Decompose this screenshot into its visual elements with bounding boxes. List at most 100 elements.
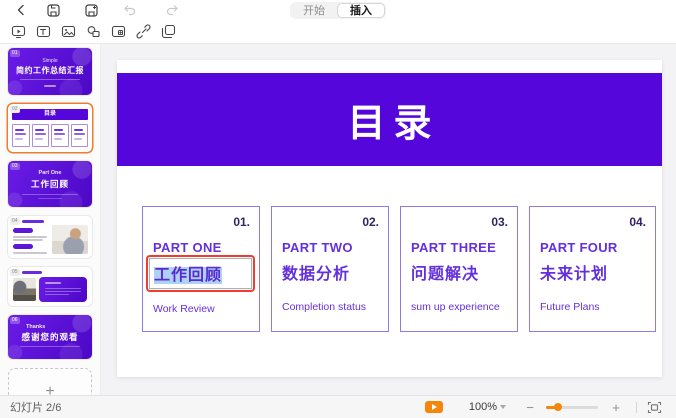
part-number: 02. bbox=[362, 215, 379, 229]
slide-counter: 幻灯片 2/6 bbox=[10, 399, 61, 415]
thumb4-pill bbox=[13, 244, 33, 249]
zoom-level-value: 100% bbox=[469, 401, 497, 413]
zoom-out-button[interactable]: − bbox=[524, 400, 536, 415]
thumb3-subtitle-bar bbox=[22, 194, 78, 195]
part-label: PART FOUR bbox=[540, 240, 618, 255]
thumbnail-slide-1[interactable]: 01 Simple 简约工作总结汇报 bbox=[8, 48, 92, 95]
zoom-slider-handle[interactable] bbox=[554, 403, 562, 411]
thumbnail-slide-4[interactable]: 04 bbox=[8, 216, 92, 258]
thumb5-card-text-bar bbox=[45, 291, 81, 292]
status-bar-right-controls: 100% − + bbox=[425, 400, 662, 415]
text-edit-box[interactable]: 工作回顾 bbox=[149, 258, 252, 289]
text-box-icon[interactable] bbox=[31, 22, 56, 42]
toc-part-box-1[interactable]: 01. PART ONE 工作回顾 Work Review bbox=[142, 206, 260, 332]
editor-canvas[interactable]: 目录 01. PART ONE 工作回顾 Work Review 02. PAR… bbox=[101, 44, 676, 395]
undo-icon bbox=[116, 1, 142, 19]
thumbnail-slide-5[interactable]: 05 bbox=[8, 267, 92, 306]
back-icon[interactable] bbox=[8, 1, 34, 19]
thumb5-card-text-bar bbox=[45, 288, 81, 289]
toc-part-boxes: 01. PART ONE 工作回顾 Work Review 02. PART T… bbox=[142, 206, 656, 332]
thumb3-part: Part One bbox=[8, 170, 92, 176]
plus-icon: + bbox=[45, 383, 54, 395]
thumb3-title: 工作回顾 bbox=[8, 178, 92, 190]
part-number: 01. bbox=[233, 215, 250, 229]
thumb5-text-card bbox=[39, 277, 87, 302]
toc-part-box-3[interactable]: 03. PART THREE 问题解决 sum up experience bbox=[400, 206, 518, 332]
insert-toolbar-row bbox=[0, 20, 676, 43]
slide-title: 目录 bbox=[339, 92, 439, 147]
redo-icon bbox=[160, 1, 186, 19]
part-subtitle: Future Plans bbox=[540, 301, 600, 313]
slide-number-badge: 04 bbox=[10, 218, 20, 225]
thumbnail-slide-2-selected[interactable]: 02 目录 bbox=[8, 104, 92, 152]
chart-placeholder-icon[interactable] bbox=[106, 22, 131, 42]
link-icon[interactable] bbox=[131, 22, 156, 42]
thumb1-subtitle-bar bbox=[20, 79, 80, 80]
thumb4-text-bar bbox=[13, 239, 43, 241]
mini-toc-box bbox=[51, 124, 69, 147]
toc-part-box-4[interactable]: 04. PART FOUR 未来计划 Future Plans bbox=[529, 206, 656, 332]
status-bar: 幻灯片 2/6 100% − + bbox=[0, 395, 676, 418]
zoom-level-dropdown[interactable]: 100% bbox=[469, 401, 506, 413]
slide-title-banner[interactable]: 目录 bbox=[117, 73, 662, 166]
top-toolbar: 开始 插入 bbox=[0, 0, 676, 44]
thumb5-card-title-bar bbox=[45, 282, 61, 284]
slide-number-badge: 06 bbox=[10, 317, 20, 324]
add-slide-button[interactable]: + bbox=[8, 368, 92, 395]
thumb4-photo bbox=[52, 225, 88, 254]
toolbar-row-main: 开始 插入 bbox=[0, 0, 676, 20]
part-number: 03. bbox=[491, 215, 508, 229]
thumb6-title: 感谢您的观看 bbox=[8, 331, 92, 343]
slide-number-badge: 01 bbox=[10, 50, 20, 57]
slide-number-badge: 03 bbox=[10, 163, 20, 170]
text-edit-selection-frame[interactable]: 工作回顾 bbox=[146, 255, 255, 292]
thumb1-title: 简约工作总结汇报 bbox=[8, 65, 92, 76]
thumb5-photo bbox=[13, 278, 36, 301]
part-title: 数据分析 bbox=[282, 260, 350, 284]
play-icon bbox=[432, 404, 437, 410]
zoom-slider[interactable] bbox=[546, 406, 598, 409]
mini-toc-box bbox=[12, 124, 30, 147]
save-icon[interactable] bbox=[40, 1, 66, 19]
slide-thumbnail-panel: 01 Simple 简约工作总结汇报 02 目录 03 Part One 工作回… bbox=[0, 44, 101, 395]
fit-to-screen-icon[interactable] bbox=[647, 401, 662, 414]
copy-icon[interactable] bbox=[156, 22, 181, 42]
slide-number-badge: 05 bbox=[10, 269, 20, 276]
part-title-selected-text: 工作回顾 bbox=[154, 267, 222, 284]
shapes-icon[interactable] bbox=[81, 22, 106, 42]
part-label: PART ONE bbox=[153, 240, 222, 255]
content-area: 01 Simple 简约工作总结汇报 02 目录 03 Part One 工作回… bbox=[0, 44, 676, 395]
ribbon-tabs: 开始 插入 bbox=[290, 2, 386, 19]
tab-home[interactable]: 开始 bbox=[291, 3, 337, 18]
toc-part-box-2[interactable]: 02. PART TWO 数据分析 Completion status bbox=[271, 206, 389, 332]
tab-insert[interactable]: 插入 bbox=[337, 3, 385, 18]
zoom-in-button[interactable]: + bbox=[610, 400, 622, 415]
thumb6-brand: Thanks bbox=[26, 324, 92, 330]
thumb4-pill bbox=[13, 228, 33, 233]
part-title: 问题解决 bbox=[411, 260, 479, 284]
part-number: 04. bbox=[629, 215, 646, 229]
thumb5-heading-bar bbox=[22, 271, 42, 274]
thumbnail-slide-3[interactable]: 03 Part One 工作回顾 bbox=[8, 161, 92, 207]
thumb4-text-bar bbox=[13, 236, 47, 238]
part-subtitle: Completion status bbox=[282, 301, 366, 313]
thumb3-subtitle-bar2 bbox=[38, 198, 62, 199]
save-as-icon[interactable] bbox=[78, 1, 104, 19]
part-subtitle: sum up experience bbox=[411, 301, 500, 313]
thumb1-dots-bar bbox=[44, 85, 56, 87]
slideshow-icon[interactable] bbox=[6, 22, 31, 42]
thumb4-heading-bar bbox=[22, 220, 44, 223]
image-icon[interactable] bbox=[56, 22, 81, 42]
thumb2-toc-boxes bbox=[12, 124, 88, 147]
thumb5-card-text-bar bbox=[45, 294, 69, 295]
thumbnail-slide-6[interactable]: 06 Thanks 感谢您的观看 bbox=[8, 315, 92, 359]
thumb1-brand: Simple bbox=[8, 58, 92, 64]
part-title: 未来计划 bbox=[540, 260, 608, 284]
thumb4-text-bar bbox=[13, 252, 47, 254]
slide-number-badge: 02 bbox=[10, 106, 20, 113]
part-label: PART THREE bbox=[411, 240, 496, 255]
divider bbox=[636, 402, 637, 413]
play-slideshow-button[interactable] bbox=[425, 401, 443, 413]
current-slide[interactable]: 目录 01. PART ONE 工作回顾 Work Review 02. PAR… bbox=[117, 60, 662, 377]
part-subtitle: Work Review bbox=[153, 303, 215, 315]
